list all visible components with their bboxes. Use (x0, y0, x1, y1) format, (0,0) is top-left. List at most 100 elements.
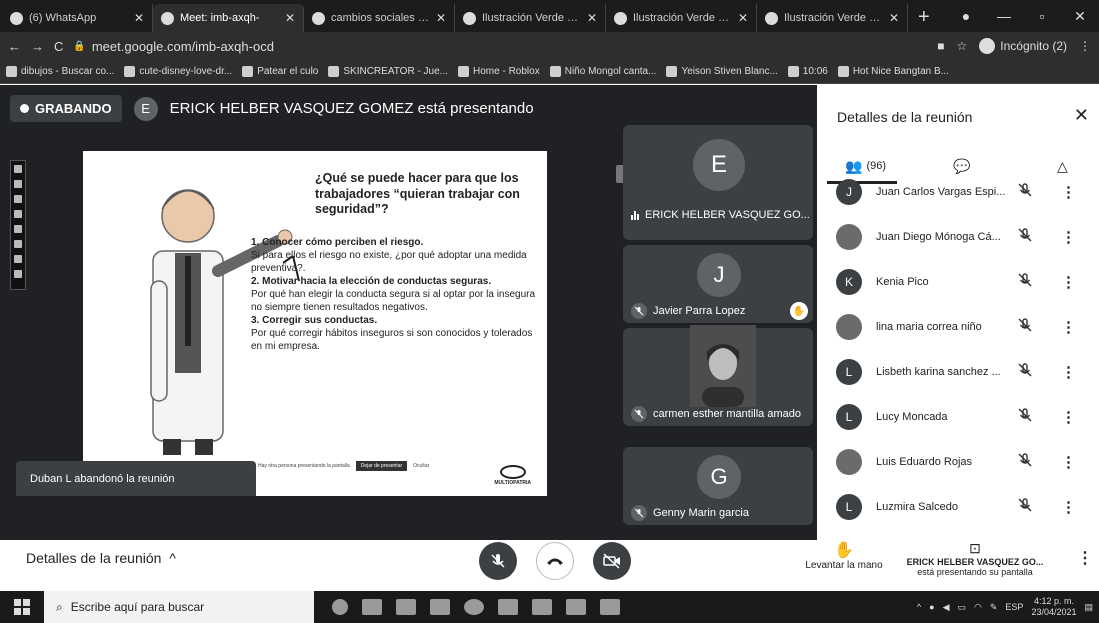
bookmark-item[interactable]: Niño Mongol canta... (549, 66, 656, 77)
tab-activities[interactable]: △ (1057, 158, 1068, 175)
list-item[interactable]: L Luzmira Salcedo ⋮ (817, 492, 1099, 522)
mic-off-icon[interactable] (1017, 317, 1033, 338)
hide-link[interactable]: Ocultar (413, 463, 429, 469)
participant-tile[interactable]: J Javier Parra Lopez (623, 245, 813, 323)
powerpoint-icon[interactable] (498, 599, 518, 615)
eraser-tool-icon[interactable] (14, 210, 22, 218)
recording-badge[interactable]: GRABANDO (10, 95, 122, 122)
mic-off-icon[interactable] (1017, 272, 1033, 293)
shape-tool-icon[interactable] (14, 240, 22, 248)
camera-toggle-button[interactable] (593, 542, 631, 580)
cortana-icon[interactable] (332, 599, 348, 615)
mic-off-icon[interactable] (1017, 362, 1033, 383)
chrome-icon[interactable] (464, 599, 484, 615)
tab-people[interactable]: 👥 (96) (845, 158, 886, 175)
more-options-icon[interactable]: ⋮ (1061, 408, 1076, 426)
browser-tab-ilustracion-1[interactable]: Ilustración Verde Día ✕ (455, 4, 606, 32)
excel-icon[interactable] (430, 599, 450, 615)
microphone-toggle-button[interactable] (479, 542, 517, 580)
mic-off-icon[interactable] (1017, 407, 1033, 428)
pencil-tool-icon[interactable] (14, 180, 22, 188)
network-icon[interactable]: ◠ (974, 602, 982, 613)
presenting-status-button[interactable]: ⊡ ERICK HELBER VASQUEZ GO... está presen… (900, 540, 1050, 577)
new-tab-button[interactable]: + (908, 4, 940, 32)
mic-off-icon[interactable] (1017, 497, 1033, 518)
list-item[interactable]: J Juan Carlos Vargas Espi... ⋮ (817, 177, 1099, 207)
more-options-icon[interactable]: ⋮ (1077, 548, 1093, 568)
browser-tab-cambios[interactable]: cambios sociales Gru ✕ (304, 4, 455, 32)
bookmark-item[interactable]: 10:06 (787, 66, 828, 77)
close-tab-icon[interactable]: ✕ (436, 11, 446, 25)
battery-icon[interactable]: ▭ (958, 602, 967, 613)
close-tab-icon[interactable]: ✕ (738, 11, 748, 25)
more-options-icon[interactable]: ⋮ (1061, 228, 1076, 246)
minimize-icon[interactable]: — (985, 8, 1023, 24)
clear-tool-icon[interactable] (14, 270, 22, 278)
line-tool-icon[interactable] (14, 225, 22, 233)
close-window-icon[interactable]: ✕ (1061, 8, 1099, 25)
reload-icon[interactable]: C (54, 39, 63, 54)
task-view-icon[interactable] (362, 599, 382, 615)
marker-tool-icon[interactable] (14, 195, 22, 203)
raise-hand-button[interactable]: ✋ Levantar la mano (798, 540, 890, 571)
mic-off-icon[interactable] (1017, 452, 1033, 473)
bookmark-item[interactable]: Yeison Stiven Blanc... (666, 66, 778, 77)
bookmark-item[interactable]: Home - Roblox (458, 66, 540, 77)
close-tab-icon[interactable]: ✕ (285, 11, 295, 25)
leave-call-button[interactable] (536, 542, 574, 580)
browser-tab-ilustracion-2[interactable]: Ilustración Verde Día ✕ (606, 4, 757, 32)
mic-off-icon[interactable] (1017, 227, 1033, 248)
text-tool-icon[interactable] (14, 255, 22, 263)
forward-icon[interactable]: → (31, 39, 44, 54)
more-options-icon[interactable]: ⋮ (1061, 183, 1076, 201)
participant-tile[interactable]: G Genny Marin garcia (623, 447, 813, 525)
file-explorer-icon[interactable] (396, 599, 416, 615)
pen-icon[interactable]: ✎ (990, 602, 998, 613)
list-item[interactable]: lina maria correa niño ⋮ (817, 312, 1099, 342)
more-options-icon[interactable]: ⋮ (1061, 318, 1076, 336)
clock[interactable]: 4:12 p. m. 23/04/2021 (1031, 596, 1076, 618)
back-icon[interactable]: ← (8, 39, 21, 54)
more-options-icon[interactable]: ⋮ (1061, 363, 1076, 381)
participant-tile[interactable]: E ERICK HELBER VASQUEZ GO... (623, 125, 813, 240)
list-item[interactable]: Juan Diego Mónoga Cá... ⋮ (817, 222, 1099, 252)
star-icon[interactable]: ☆ (957, 39, 968, 53)
notifications-icon[interactable]: ▤ (1084, 602, 1093, 613)
bookmark-item[interactable]: Patear el culo (242, 66, 318, 77)
bookmark-item[interactable]: SKINCREATOR - Jue... (328, 66, 448, 77)
list-item[interactable]: L Lucy Moncada ⋮ (817, 402, 1099, 432)
camera-indicator-icon[interactable]: ■ (937, 39, 944, 53)
word-icon[interactable] (566, 599, 586, 615)
close-tab-icon[interactable]: ✕ (587, 11, 597, 25)
close-tab-icon[interactable]: ✕ (134, 11, 144, 25)
document-icon[interactable] (532, 599, 552, 615)
close-icon[interactable]: ✕ (1074, 105, 1089, 126)
bookmark-item[interactable]: dibujos - Buscar co... (6, 66, 114, 77)
volume-icon[interactable]: ◀ (943, 602, 950, 613)
meeting-details-button[interactable]: Detalles de la reunión ^ (26, 550, 176, 566)
chevron-up-icon[interactable]: ^ (917, 602, 921, 612)
mic-off-icon[interactable] (1017, 182, 1033, 203)
tab-chat[interactable]: 💬 (953, 158, 970, 175)
browser-tab-whatsapp[interactable]: (6) WhatsApp ✕ (2, 4, 153, 32)
bookmark-item[interactable]: Hot Nice Bangtan B... (837, 66, 949, 77)
list-item[interactable]: K Kenia Pico ⋮ (817, 267, 1099, 297)
start-button[interactable] (0, 591, 44, 623)
language-indicator[interactable]: ESP (1005, 602, 1023, 612)
browser-tab-ilustracion-3[interactable]: Ilustración Verde Día ✕ (757, 4, 908, 32)
profile-icon[interactable]: ● (947, 8, 985, 24)
more-options-icon[interactable]: ⋮ (1061, 273, 1076, 291)
stop-presenting-button[interactable]: Dejar de presentar (355, 461, 408, 471)
taskbar-search[interactable]: ⌕ Escribe aquí para buscar (44, 591, 314, 623)
list-item[interactable]: Luis Eduardo Rojas ⋮ (817, 447, 1099, 477)
pen-tool-icon[interactable] (14, 165, 22, 173)
list-item[interactable]: L Lisbeth karina sanchez ... ⋮ (817, 357, 1099, 387)
browser-tab-meet[interactable]: Meet: imb-axqh- ✕ (153, 4, 304, 32)
incognito-badge[interactable]: Incógnito (2) (979, 38, 1067, 54)
close-tab-icon[interactable]: ✕ (889, 11, 899, 25)
bookmark-item[interactable]: cute-disney-love-dr... (124, 66, 232, 77)
menu-icon[interactable]: ⋮ (1079, 39, 1091, 53)
photos-icon[interactable] (600, 599, 620, 615)
maximize-icon[interactable]: ▫ (1023, 8, 1061, 24)
more-options-icon[interactable]: ⋮ (1061, 498, 1076, 516)
